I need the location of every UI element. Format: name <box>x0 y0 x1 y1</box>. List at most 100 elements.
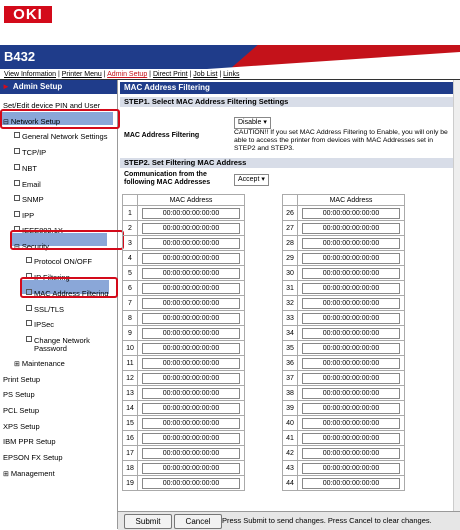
mac-address-input[interactable]: 00:00:00:00:00:00 <box>302 282 400 294</box>
mac-cell: 00:00:00:00:00:00 <box>137 460 245 476</box>
filtering-select[interactable]: Disable ▾ <box>234 117 271 129</box>
mac-address-input[interactable]: 00:00:00:00:00:00 <box>302 357 400 369</box>
arrow-icon: ► <box>2 82 10 91</box>
nav-link[interactable]: Job List <box>193 71 217 78</box>
mac-table-right: MAC Address 26 00:00:00:00:00:00 27 00:00:00… <box>282 194 405 491</box>
cancel-button[interactable]: Cancel <box>174 514 222 529</box>
sidebar-item[interactable]: IBM PPR Setup <box>3 437 56 446</box>
row-number-header <box>122 194 138 206</box>
table-row: 8 00:00:00:00:00:00 <box>122 310 245 326</box>
sidebar-item[interactable]: TCP/IP <box>14 148 46 157</box>
sidebar-item[interactable]: IPSec <box>26 320 54 329</box>
sidebar-item[interactable]: XPS Setup <box>3 422 40 431</box>
mac-address-input[interactable]: 00:00:00:00:00:00 <box>302 432 400 444</box>
mac-address-input[interactable]: 00:00:00:00:00:00 <box>142 327 240 339</box>
sidebar-item[interactable]: PCL Setup <box>3 406 39 415</box>
sidebar-item[interactable]: ⊞ Management <box>3 469 55 478</box>
row-number: 17 <box>122 445 138 461</box>
row-number: 15 <box>122 415 138 431</box>
mac-address-input[interactable]: 00:00:00:00:00:00 <box>142 222 240 234</box>
mac-address-input[interactable]: 00:00:00:00:00:00 <box>302 267 400 279</box>
sidebar-item[interactable]: SSL/TLS <box>26 305 64 314</box>
mac-address-input[interactable]: 00:00:00:00:00:00 <box>142 372 240 384</box>
scrollbar[interactable] <box>453 80 460 511</box>
mac-address-input[interactable]: 00:00:00:00:00:00 <box>142 402 240 414</box>
mac-address-input[interactable]: 00:00:00:00:00:00 <box>302 417 400 429</box>
mac-address-input[interactable]: 00:00:00:00:00:00 <box>302 402 400 414</box>
mac-address-input[interactable]: 00:00:00:00:00:00 <box>302 477 400 489</box>
nav-link[interactable]: Links <box>223 71 239 78</box>
mac-address-input[interactable]: 00:00:00:00:00:00 <box>302 237 400 249</box>
step2-heading: STEP2. Set Filtering MAC Address <box>120 158 454 168</box>
sidebar-item-label: Protocol ON/OFF <box>34 257 92 266</box>
mac-address-input[interactable]: 00:00:00:00:00:00 <box>302 447 400 459</box>
mac-address-input[interactable]: 00:00:00:00:00:00 <box>142 432 240 444</box>
mac-address-input[interactable]: 00:00:00:00:00:00 <box>302 387 400 399</box>
mac-address-input[interactable]: 00:00:00:00:00:00 <box>142 357 240 369</box>
page-icon <box>14 211 20 217</box>
mac-address-input[interactable]: 00:00:00:00:00:00 <box>142 447 240 459</box>
filtering-label: MAC Address Filtering <box>124 132 200 139</box>
mac-cell: 00:00:00:00:00:00 <box>297 445 405 461</box>
row-number: 27 <box>282 220 298 236</box>
mac-address-input[interactable]: 00:00:00:00:00:00 <box>302 207 400 219</box>
sidebar-item-label: Email <box>22 180 41 189</box>
nav-link[interactable]: Admin Setup <box>107 71 147 78</box>
nav-link[interactable]: Direct Print <box>153 71 188 78</box>
mac-address-input[interactable]: 00:00:00:00:00:00 <box>302 462 400 474</box>
sidebar-item[interactable]: SNMP <box>14 195 44 204</box>
mac-address-input[interactable]: 00:00:00:00:00:00 <box>142 477 240 489</box>
mac-address-input[interactable]: 00:00:00:00:00:00 <box>142 297 240 309</box>
mac-address-input[interactable]: 00:00:00:00:00:00 <box>142 387 240 399</box>
mac-address-input[interactable]: 00:00:00:00:00:00 <box>142 237 240 249</box>
row-number: 35 <box>282 340 298 356</box>
sidebar-item[interactable]: PS Setup <box>3 390 35 399</box>
chevron-down-icon: ▾ <box>263 119 267 126</box>
row-number: 6 <box>122 280 138 296</box>
mac-address-input[interactable]: 00:00:00:00:00:00 <box>142 267 240 279</box>
mac-address-input[interactable]: 00:00:00:00:00:00 <box>302 342 400 354</box>
mac-cell: 00:00:00:00:00:00 <box>297 310 405 326</box>
mac-cell: 00:00:00:00:00:00 <box>137 400 245 416</box>
mac-address-input[interactable]: 00:00:00:00:00:00 <box>302 297 400 309</box>
chevron-down-icon: ▾ <box>261 176 265 183</box>
sidebar-item[interactable]: ⊞ Maintenance <box>14 359 65 368</box>
mac-address-input[interactable]: 00:00:00:00:00:00 <box>142 462 240 474</box>
table-row: 39 00:00:00:00:00:00 <box>282 400 405 416</box>
sidebar-item-label: PS Setup <box>3 390 35 399</box>
mac-address-input[interactable]: 00:00:00:00:00:00 <box>142 282 240 294</box>
sidebar-item-label: EPSON FX Setup <box>3 453 63 462</box>
table-row: 6 00:00:00:00:00:00 <box>122 280 245 296</box>
mac-address-input[interactable]: 00:00:00:00:00:00 <box>302 222 400 234</box>
mac-address-input[interactable]: 00:00:00:00:00:00 <box>302 252 400 264</box>
submit-button[interactable]: Submit <box>124 514 172 529</box>
mac-address-input[interactable]: 00:00:00:00:00:00 <box>142 207 240 219</box>
mac-cell: 00:00:00:00:00:00 <box>137 385 245 401</box>
mac-cell: 00:00:00:00:00:00 <box>137 475 245 491</box>
mac-address-input[interactable]: 00:00:00:00:00:00 <box>142 342 240 354</box>
sidebar-item[interactable]: General Network Settings <box>14 132 107 141</box>
mac-address-input[interactable]: 00:00:00:00:00:00 <box>142 252 240 264</box>
sidebar-item[interactable]: Print Setup <box>3 375 40 384</box>
table-row: 7 00:00:00:00:00:00 <box>122 295 245 311</box>
main-panel: MAC Address Filtering STEP1. Select MAC … <box>118 80 460 529</box>
table-row: 3 00:00:00:00:00:00 <box>122 235 245 251</box>
mac-address-input[interactable]: 00:00:00:00:00:00 <box>302 327 400 339</box>
sidebar-item[interactable]: NBT <box>14 164 37 173</box>
sidebar-item[interactable]: Password <box>26 344 67 353</box>
mac-address-input[interactable]: 00:00:00:00:00:00 <box>302 312 400 324</box>
sidebar-item[interactable]: Protocol ON/OFF <box>26 257 92 266</box>
sidebar-item[interactable]: Email <box>14 180 41 189</box>
nav-link[interactable]: Printer Menu <box>62 71 102 78</box>
row-number: 11 <box>122 355 138 371</box>
page-icon <box>14 195 20 201</box>
sidebar-item[interactable]: IPP <box>14 211 34 220</box>
comm-select[interactable]: Accept ▾ <box>234 174 269 186</box>
table-row: 43 00:00:00:00:00:00 <box>282 460 405 476</box>
sidebar-item[interactable]: EPSON FX Setup <box>3 453 63 462</box>
mac-address-input[interactable]: 00:00:00:00:00:00 <box>302 372 400 384</box>
mac-address-input[interactable]: 00:00:00:00:00:00 <box>142 312 240 324</box>
nav-link[interactable]: View Information <box>4 71 56 78</box>
mac-address-input[interactable]: 00:00:00:00:00:00 <box>142 417 240 429</box>
mac-cell: 00:00:00:00:00:00 <box>297 415 405 431</box>
